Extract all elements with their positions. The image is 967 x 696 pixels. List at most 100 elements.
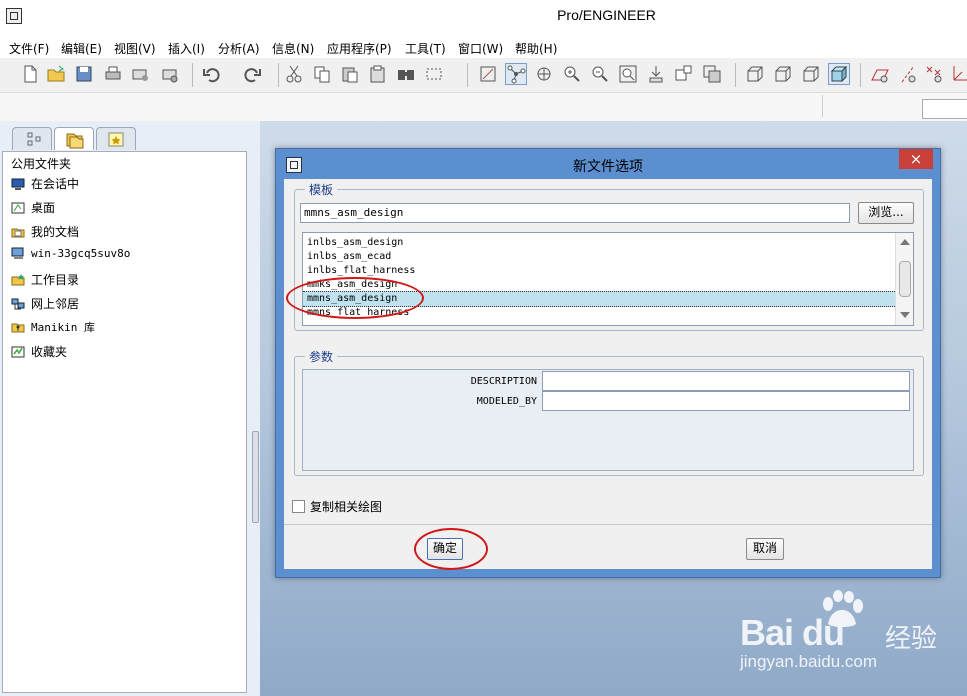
menu-help[interactable]: 帮助(H) xyxy=(515,40,557,57)
tree-item-manikin-library[interactable]: Manikin 库 xyxy=(11,319,95,339)
parameters-table: DESCRIPTION MODELED_BY xyxy=(302,369,914,471)
tree-item-in-session[interactable]: 在会话中 xyxy=(11,175,79,195)
no-hidden-icon[interactable] xyxy=(801,64,821,84)
template-name-value: mmns_asm_design xyxy=(304,206,404,219)
watermark-brand: 经验 xyxy=(885,624,938,654)
tree-item-label: 网上邻居 xyxy=(31,297,80,311)
tree-item-favorites[interactable]: 收藏夹 xyxy=(11,343,67,363)
menu-view[interactable]: 视图(V) xyxy=(114,40,156,57)
list-scrollbar[interactable] xyxy=(895,233,913,325)
menu-file[interactable]: 文件(F) xyxy=(9,40,49,57)
list-item[interactable]: inlbs_asm_ecad xyxy=(307,250,391,264)
annotation-ellipse-template xyxy=(286,277,424,319)
navigator-tabs xyxy=(8,127,248,151)
baidu-jingyan-watermark: Bai du 经验 jingyan.baidu.com xyxy=(740,590,960,690)
orient-icon[interactable] xyxy=(534,64,554,84)
tree-item-my-documents[interactable]: 我的文档 xyxy=(11,223,79,243)
menu-insert[interactable]: 插入(I) xyxy=(168,40,205,57)
menu-tools[interactable]: 工具(T) xyxy=(405,40,446,57)
annotation-ellipse-ok xyxy=(414,528,488,570)
datum-plane-icon[interactable] xyxy=(870,64,890,84)
dialog-title-bar: 新文件选项 xyxy=(276,149,940,179)
dialog-body: 模板 mmns_asm_design 浏览... inlbs_asm_desig… xyxy=(284,179,932,569)
computer-icon xyxy=(11,247,24,259)
tab-favorites[interactable] xyxy=(96,127,136,150)
new-file-options-dialog: 新文件选项 × 模板 mmns_asm_design 浏览... inlbs_a… xyxy=(275,148,941,578)
hidden-line-icon[interactable] xyxy=(773,64,793,84)
window-title: Pro/ENGINEER xyxy=(557,7,656,23)
menu-applications[interactable]: 应用程序(P) xyxy=(327,40,392,57)
param-description-field[interactable] xyxy=(542,371,910,391)
view-manager-icon[interactable] xyxy=(646,64,666,84)
print-icon[interactable] xyxy=(103,64,123,84)
copy-icon[interactable] xyxy=(312,64,332,84)
menu-edit[interactable]: 编辑(E) xyxy=(61,40,102,57)
wireframe-icon[interactable] xyxy=(745,64,765,84)
undo-icon[interactable] xyxy=(202,64,222,84)
email-attach-icon[interactable] xyxy=(160,64,180,84)
email-icon[interactable] xyxy=(130,64,150,84)
in-session-icon xyxy=(11,178,25,190)
saved-views-icon[interactable] xyxy=(674,64,694,84)
watermark-logo-text: Bai du xyxy=(740,612,845,653)
working-directory-icon xyxy=(11,274,25,286)
copy-drawing-label: 复制相关绘图 xyxy=(310,500,383,514)
favorites-icon xyxy=(11,346,25,358)
save-icon[interactable] xyxy=(74,64,94,84)
tree-item-computer[interactable]: win-33gcq5suv8o xyxy=(11,247,130,267)
repaint-icon[interactable] xyxy=(478,64,498,84)
tree-item-label: Manikin 库 xyxy=(31,321,95,334)
open-icon[interactable] xyxy=(46,64,66,84)
watermark-url: jingyan.baidu.com xyxy=(740,652,878,671)
cancel-button[interactable]: 取消 xyxy=(746,538,784,560)
scroll-up-icon[interactable] xyxy=(900,239,910,245)
tree-item-label: 工作目录 xyxy=(31,273,80,287)
cut-icon[interactable] xyxy=(284,64,304,84)
menu-window[interactable]: 窗口(W) xyxy=(458,40,503,57)
param-label-modeled-by: MODELED_BY xyxy=(476,396,537,407)
datum-point-icon[interactable] xyxy=(924,64,944,84)
close-button[interactable]: × xyxy=(899,149,933,169)
refit-icon[interactable] xyxy=(618,64,638,84)
tree-item-network[interactable]: 网上邻居 xyxy=(11,295,79,315)
filter-box[interactable] xyxy=(922,99,967,119)
tree-item-working-directory[interactable]: 工作目录 xyxy=(11,271,79,291)
zoom-in-icon[interactable] xyxy=(562,64,582,84)
menu-bar: 文件(F) 编辑(E) 视图(V) 插入(I) 分析(A) 信息(N) 应用程序… xyxy=(0,36,967,58)
tree-item-desktop[interactable]: 桌面 xyxy=(11,199,55,219)
list-item[interactable]: inlbs_asm_design xyxy=(307,236,403,250)
tree-item-label: 桌面 xyxy=(31,201,56,215)
shading-icon[interactable] xyxy=(828,63,850,85)
select-box-icon[interactable] xyxy=(424,64,444,84)
tree-item-label: win-33gcq5suv8o xyxy=(31,247,131,260)
redo-icon[interactable] xyxy=(242,64,262,84)
tab-model-tree[interactable] xyxy=(12,127,52,150)
tab-folder-browser[interactable] xyxy=(54,127,94,150)
browse-button[interactable]: 浏览... xyxy=(858,202,914,224)
param-modeled-by-field[interactable] xyxy=(542,391,910,411)
panel-splitter[interactable] xyxy=(249,121,260,696)
parameters-legend: 参数 xyxy=(309,350,334,364)
spin-center-icon[interactable] xyxy=(505,63,527,85)
my-documents-icon xyxy=(11,228,25,238)
desktop-icon xyxy=(11,202,25,214)
menu-analysis[interactable]: 分析(A) xyxy=(218,40,260,57)
paste-icon[interactable] xyxy=(340,64,360,84)
list-item[interactable]: inlbs_flat_harness xyxy=(307,264,415,278)
find-icon[interactable] xyxy=(396,64,416,84)
datum-csys-icon[interactable] xyxy=(950,64,967,84)
paste-special-icon[interactable] xyxy=(368,64,388,84)
folder-browser-icon xyxy=(66,133,84,149)
menu-info[interactable]: 信息(N) xyxy=(272,40,314,57)
layers-icon[interactable] xyxy=(702,64,722,84)
scroll-thumb[interactable] xyxy=(899,261,911,297)
zoom-out-icon[interactable] xyxy=(590,64,610,84)
template-name-field[interactable]: mmns_asm_design xyxy=(300,203,850,223)
tree-item-label: 在会话中 xyxy=(31,177,80,191)
scroll-down-icon[interactable] xyxy=(900,312,910,318)
tree-item-label: 我的文档 xyxy=(31,225,80,239)
copy-drawing-checkbox[interactable] xyxy=(292,500,305,513)
datum-axis-icon[interactable] xyxy=(898,64,918,84)
new-icon[interactable] xyxy=(20,64,40,84)
manikin-library-icon xyxy=(11,323,25,333)
